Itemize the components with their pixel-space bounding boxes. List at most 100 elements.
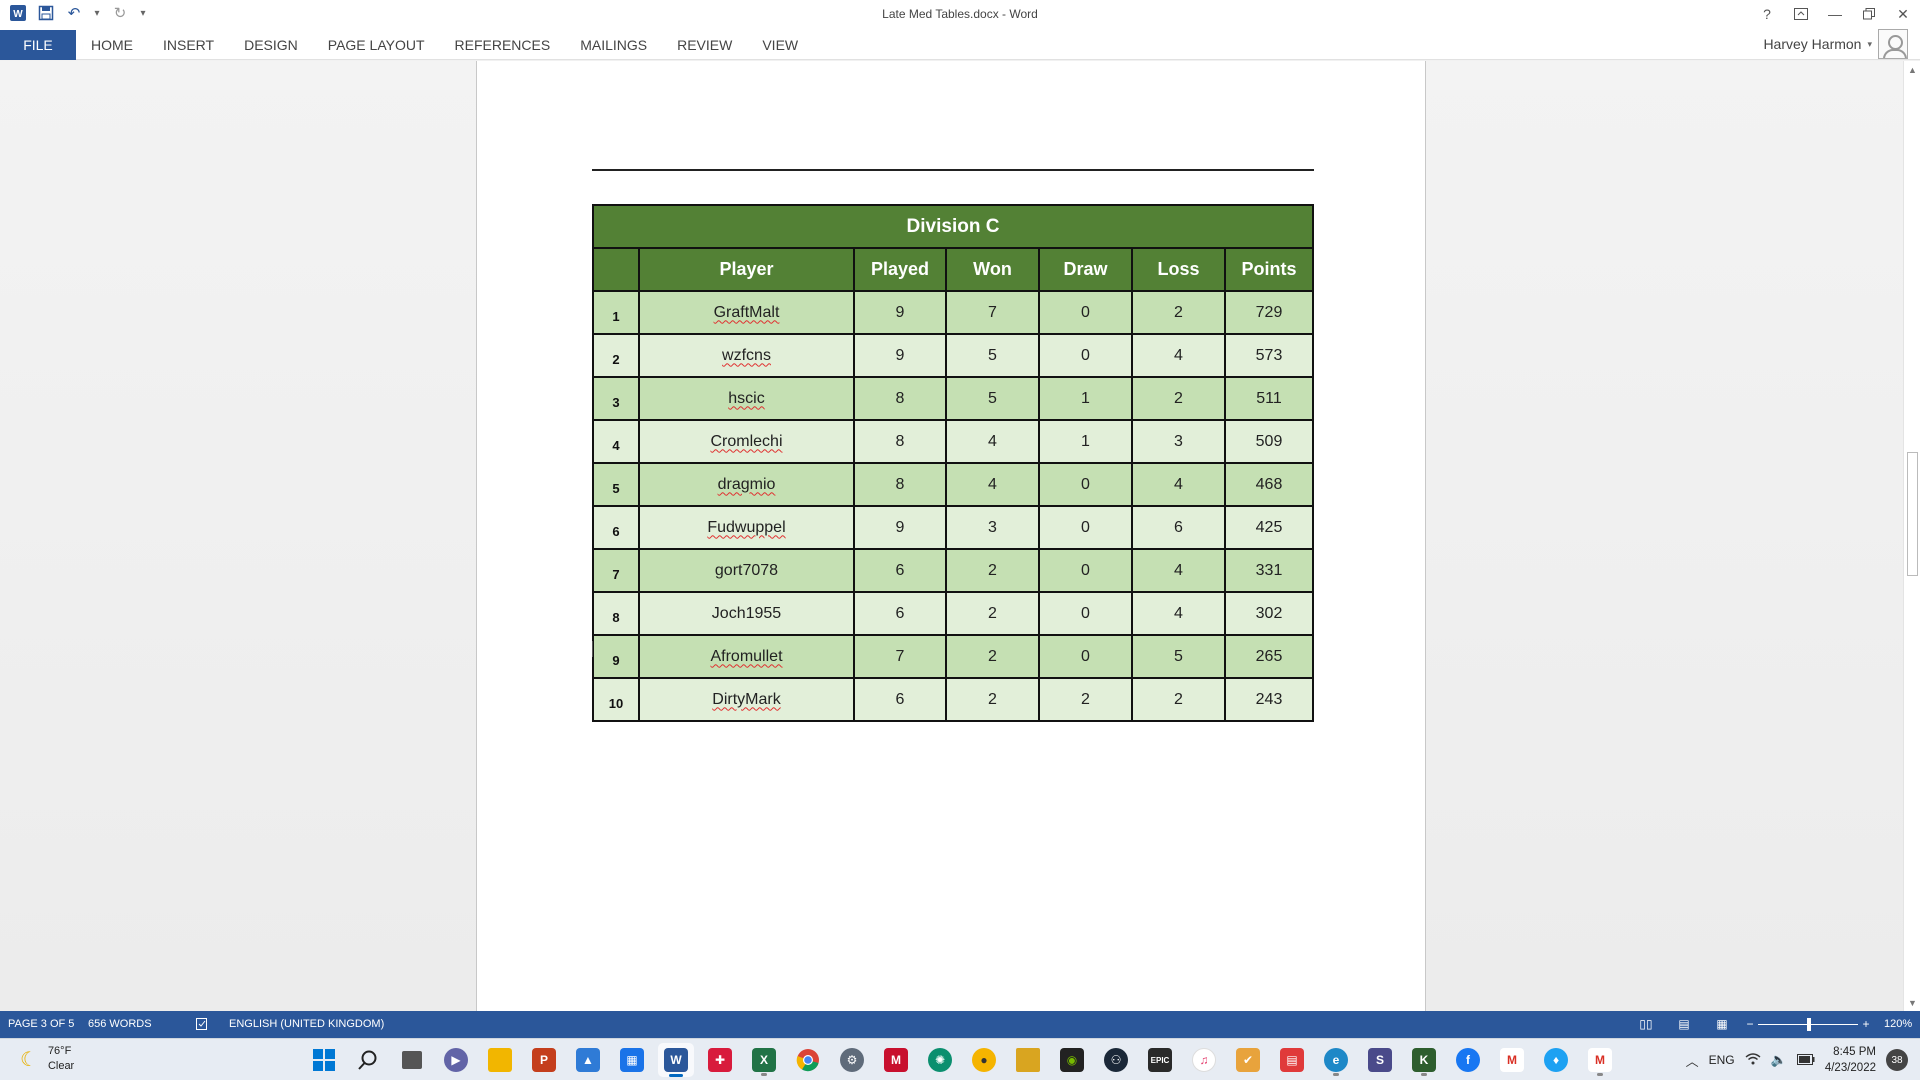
cell-draw[interactable]: 0 xyxy=(1038,548,1133,593)
cell-won[interactable]: 2 xyxy=(945,591,1040,636)
cell-played[interactable]: 9 xyxy=(853,290,947,335)
cell-player[interactable]: DirtyMark xyxy=(638,677,855,722)
cell-points[interactable]: 468 xyxy=(1224,462,1314,507)
settings-icon[interactable]: ⚙ xyxy=(834,1043,870,1077)
cell-player[interactable]: GraftMalt xyxy=(638,290,855,335)
header-won[interactable]: Won xyxy=(945,247,1040,292)
scroll-up-icon[interactable]: ▲ xyxy=(1904,61,1920,78)
header-played[interactable]: Played xyxy=(853,247,947,292)
cell-draw[interactable]: 0 xyxy=(1038,591,1133,636)
chat-icon[interactable]: ▶ xyxy=(438,1043,474,1077)
wifi-icon[interactable] xyxy=(1745,1052,1761,1068)
cell-points[interactable]: 573 xyxy=(1224,333,1314,378)
zoom-in-icon[interactable]: + xyxy=(1858,1016,1874,1032)
zoom-out-icon[interactable]: − xyxy=(1742,1016,1758,1032)
cell-draw[interactable]: 2 xyxy=(1038,677,1133,722)
minimize-icon[interactable]: — xyxy=(1818,0,1852,28)
game-controller-icon[interactable]: ● xyxy=(966,1043,1002,1077)
scrollbar-thumb[interactable] xyxy=(1907,452,1918,576)
volume-icon[interactable]: 🔈 xyxy=(1771,1052,1787,1068)
word-taskbar-icon[interactable]: W xyxy=(658,1043,694,1077)
tab-references[interactable]: REFERENCES xyxy=(440,30,566,60)
word-app-icon[interactable]: W xyxy=(8,3,28,23)
user-account[interactable]: Harvey Harmon ▾ xyxy=(1763,28,1908,60)
cell-won[interactable]: 2 xyxy=(945,634,1040,679)
header-draw[interactable]: Draw xyxy=(1038,247,1133,292)
edge-icon[interactable]: e xyxy=(1318,1043,1354,1077)
cell-points[interactable]: 511 xyxy=(1224,376,1314,421)
photos-icon[interactable]: ▲ xyxy=(570,1043,606,1077)
cell-loss[interactable]: 3 xyxy=(1131,419,1226,464)
cell-played[interactable]: 6 xyxy=(853,548,947,593)
cell-draw[interactable]: 1 xyxy=(1038,376,1133,421)
cell-loss[interactable]: 4 xyxy=(1131,548,1226,593)
header-loss[interactable]: Loss xyxy=(1131,247,1226,292)
cell-points[interactable]: 331 xyxy=(1224,548,1314,593)
cell-draw[interactable]: 0 xyxy=(1038,462,1133,507)
cell-rank[interactable]: 6 xyxy=(592,505,640,550)
cell-draw[interactable]: 0 xyxy=(1038,505,1133,550)
undo-dropdown-icon[interactable]: ▾ xyxy=(92,3,102,23)
brain-app-icon[interactable]: ✺ xyxy=(922,1043,958,1077)
cell-draw[interactable]: 0 xyxy=(1038,290,1133,335)
steam-icon[interactable]: ⚇ xyxy=(1098,1043,1134,1077)
tab-design[interactable]: DESIGN xyxy=(229,30,313,60)
word-count[interactable]: 656 WORDS xyxy=(88,1018,152,1030)
cell-draw[interactable]: 0 xyxy=(1038,634,1133,679)
document-canvas[interactable]: Division C Player Played Won Draw Loss Points… xyxy=(0,61,1903,1011)
powerpoint-icon[interactable]: P xyxy=(526,1043,562,1077)
cell-draw[interactable]: 0 xyxy=(1038,333,1133,378)
cell-player[interactable]: Fudwuppel xyxy=(638,505,855,550)
cell-played[interactable]: 6 xyxy=(853,591,947,636)
cell-won[interactable]: 2 xyxy=(945,677,1040,722)
cell-loss[interactable]: 2 xyxy=(1131,677,1226,722)
read-mode-icon[interactable]: ▯▯ xyxy=(1638,1016,1654,1032)
cell-won[interactable]: 7 xyxy=(945,290,1040,335)
vertical-scrollbar[interactable]: ▲ ▼ xyxy=(1903,61,1920,1011)
lightbulb-icon[interactable]: ♦ xyxy=(1538,1043,1574,1077)
nvidia-icon[interactable]: ◉ xyxy=(1054,1043,1090,1077)
header-player[interactable]: Player xyxy=(638,247,855,292)
gift-icon[interactable]: ✚ xyxy=(702,1043,738,1077)
cell-rank[interactable]: 10 xyxy=(592,677,640,722)
cell-rank[interactable]: 7 xyxy=(592,548,640,593)
division-table[interactable]: Division C Player Played Won Draw Loss Points… xyxy=(592,204,1314,722)
cell-loss[interactable]: 2 xyxy=(1131,290,1226,335)
chrome-icon[interactable] xyxy=(790,1043,826,1077)
proofing-icon[interactable] xyxy=(195,1016,211,1032)
tab-view[interactable]: VIEW xyxy=(747,30,813,60)
cell-loss[interactable]: 6 xyxy=(1131,505,1226,550)
cell-won[interactable]: 2 xyxy=(945,548,1040,593)
cell-player[interactable]: Afromullet xyxy=(638,634,855,679)
cell-points[interactable]: 302 xyxy=(1224,591,1314,636)
cell-played[interactable]: 8 xyxy=(853,419,947,464)
restore-icon[interactable] xyxy=(1852,0,1886,28)
cell-player[interactable]: Joch1955 xyxy=(638,591,855,636)
mcafee-icon[interactable]: M xyxy=(878,1043,914,1077)
redo-icon[interactable]: ↻ xyxy=(110,3,130,23)
cell-rank[interactable]: 5 xyxy=(592,462,640,507)
chevron-up-icon[interactable]: ︿ xyxy=(1686,1051,1699,1070)
cell-loss[interactable]: 2 xyxy=(1131,376,1226,421)
cell-played[interactable]: 7 xyxy=(853,634,947,679)
tab-insert[interactable]: INSERT xyxy=(148,30,229,60)
cell-loss[interactable]: 4 xyxy=(1131,333,1226,378)
ribbon-display-options-icon[interactable] xyxy=(1784,0,1818,28)
todo-icon[interactable]: ✔ xyxy=(1230,1043,1266,1077)
cell-rank[interactable]: 8 xyxy=(592,591,640,636)
cell-won[interactable]: 3 xyxy=(945,505,1040,550)
cell-rank[interactable]: 2 xyxy=(592,333,640,378)
cell-played[interactable]: 9 xyxy=(853,505,947,550)
cell-won[interactable]: 5 xyxy=(945,333,1040,378)
excel-icon[interactable]: X xyxy=(746,1043,782,1077)
web-layout-icon[interactable]: ▦ xyxy=(1714,1016,1730,1032)
cell-points[interactable]: 243 xyxy=(1224,677,1314,722)
zoom-level[interactable]: 120% xyxy=(1884,1018,1912,1030)
tab-file[interactable]: FILE xyxy=(0,30,76,60)
tab-page-layout[interactable]: PAGE LAYOUT xyxy=(313,30,440,60)
k-app-icon[interactable]: K xyxy=(1406,1043,1442,1077)
search-icon[interactable] xyxy=(350,1043,386,1077)
cell-points[interactable]: 265 xyxy=(1224,634,1314,679)
cell-rank[interactable]: 1 xyxy=(592,290,640,335)
cell-played[interactable]: 6 xyxy=(853,677,947,722)
